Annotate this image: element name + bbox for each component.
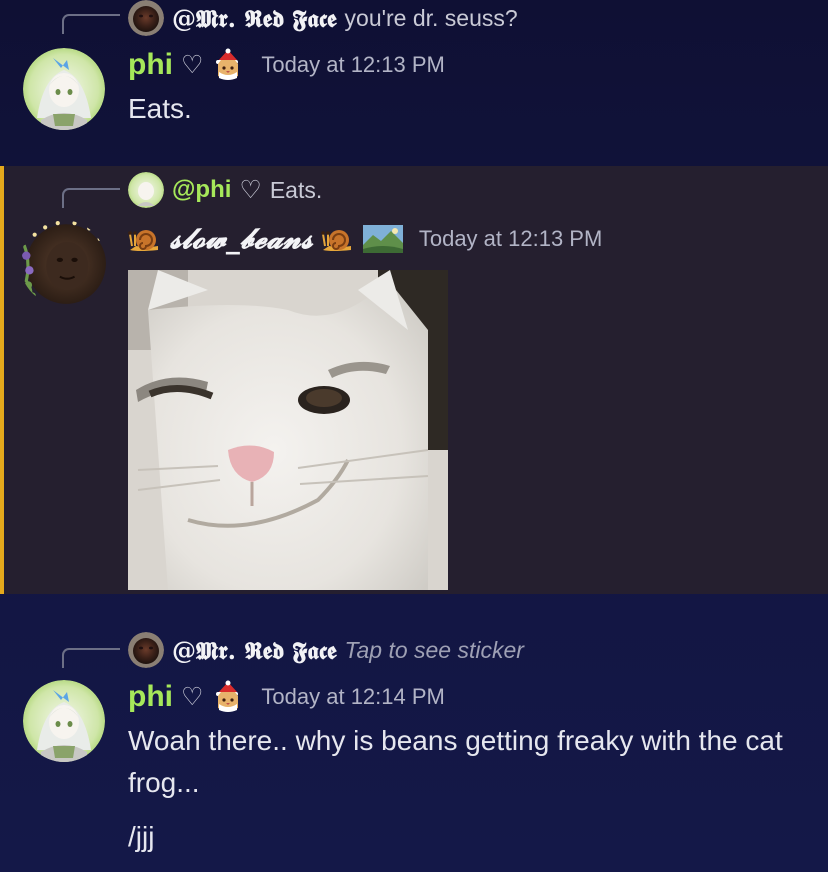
message-header: 𝓼𝓵𝓸𝔀_𝓫𝓮𝓪𝓷𝓼 Today at 12:13 PM <box>128 222 602 256</box>
snail-icon <box>321 230 351 251</box>
reply-preview[interactable]: @phi ♡ Eats. <box>128 172 322 208</box>
author-name[interactable]: phi <box>128 48 173 82</box>
cat-santa-badge-icon <box>216 48 239 80</box>
heart-outline-icon: ♡ <box>181 51 204 79</box>
reply-author[interactable]: @phi <box>172 176 231 204</box>
phi-avatar[interactable] <box>23 48 105 130</box>
heart-outline-icon: ♡ <box>181 683 204 711</box>
message-text: Eats. <box>128 93 192 124</box>
message-header: phi ♡ Today at 12:13 PM <box>128 48 445 82</box>
message-2: @phi ♡ Eats. 𝓼𝓵𝓸𝔀_𝓫𝓮𝓪𝓷𝓼 Today at 12:13 P… <box>0 166 828 594</box>
message-text-followup: /jjj <box>128 821 155 852</box>
reply-preview[interactable]: @𝕸𝖗. 𝕽𝖊𝖉 𝕱𝖆𝖈𝖊 you're dr. seuss? <box>128 0 518 36</box>
reply-connector <box>62 188 120 208</box>
timestamp: Today at 12:13 PM <box>261 52 445 77</box>
author-name[interactable]: phi <box>128 680 173 714</box>
cat-sticker-image[interactable] <box>128 270 448 590</box>
landscape-badge-icon <box>362 225 403 253</box>
reply-connector <box>62 648 120 668</box>
message-3: @𝕸𝖗. 𝕽𝖊𝖉 𝕱𝖆𝖈𝖊 Tap to see sticker phi ♡ T… <box>0 594 828 872</box>
author-name[interactable]: 𝓼𝓵𝓸𝔀_𝓫𝓮𝓪𝓷𝓼 <box>170 222 313 256</box>
message-1: @𝕸𝖗. 𝕽𝖊𝖉 𝕱𝖆𝖈𝖊 you're dr. seuss? phi ♡ To… <box>0 0 828 166</box>
mr-red-face-avatar-icon <box>128 632 164 668</box>
message-text: Woah there.. why is beans getting freaky… <box>128 725 783 798</box>
reply-author[interactable]: @𝕸𝖗. 𝕽𝖊𝖉 𝕱𝖆𝖈𝖊 <box>172 4 337 33</box>
reply-connector <box>62 14 120 34</box>
slow-beans-avatar[interactable] <box>20 220 106 306</box>
timestamp: Today at 12:13 PM <box>418 226 603 251</box>
reply-text: Eats. <box>269 176 323 203</box>
reply-text[interactable]: Tap to see sticker <box>345 637 524 664</box>
message-header: phi ♡ Today at 12:14 PM <box>128 680 445 714</box>
reply-text: you're dr. seuss? <box>344 4 518 31</box>
mr-red-face-avatar-icon <box>128 0 164 36</box>
timestamp: Today at 12:14 PM <box>261 684 445 709</box>
reply-preview[interactable]: @𝕸𝖗. 𝕽𝖊𝖉 𝕱𝖆𝖈𝖊 Tap to see sticker <box>128 632 524 668</box>
phi-mini-avatar-icon <box>128 172 164 208</box>
phi-avatar[interactable] <box>23 680 105 762</box>
reply-author[interactable]: @𝕸𝖗. 𝕽𝖊𝖉 𝕱𝖆𝖈𝖊 <box>172 636 337 665</box>
heart-outline-icon: ♡ <box>239 176 262 204</box>
snail-icon <box>128 230 158 251</box>
cat-santa-badge-icon <box>216 680 239 712</box>
